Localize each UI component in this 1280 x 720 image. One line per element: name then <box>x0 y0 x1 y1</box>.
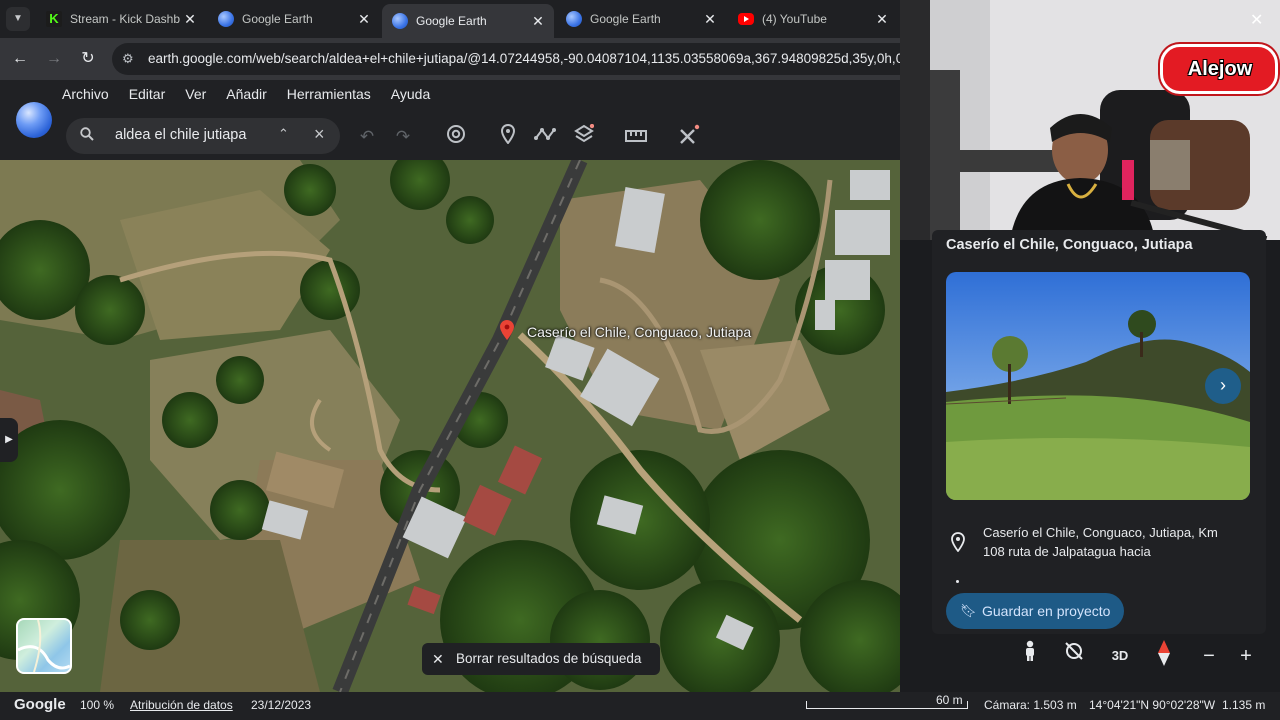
location-pin-icon[interactable] <box>500 320 514 340</box>
tab-title: Stream - Kick Dashbo <box>70 12 180 26</box>
streamer-camera-image <box>900 0 1280 240</box>
browser-tab-kick[interactable]: K Stream - Kick Dashbo ✕ <box>36 4 206 34</box>
location-pin-icon <box>950 532 966 553</box>
map-place-label[interactable]: Caserío el Chile, Conguaco, Jutiapa <box>527 324 751 340</box>
coordinates: 14°04'21"N 90°02'28"W <box>1089 698 1216 712</box>
satellite-imagery <box>0 160 900 692</box>
clear-results-label: Borrar resultados de búsqueda <box>456 651 642 666</box>
satellite-map[interactable]: Caserío el Chile, Conguaco, Jutiapa ▶ ✕ … <box>0 160 900 692</box>
add-path-icon[interactable] <box>532 124 558 150</box>
labs-tools-icon[interactable] <box>676 124 702 150</box>
tab-search-button[interactable]: ▼ <box>6 7 30 31</box>
browser-toolbar: ← → ↻ ⚙ earth.google.com/web/search/alde… <box>0 38 900 80</box>
browser-tab-google-earth-active[interactable]: Google Earth ✕ <box>382 4 554 38</box>
zoom-level: 100 % <box>80 698 115 712</box>
close-tab-icon[interactable]: ✕ <box>872 11 892 28</box>
search-icon <box>80 127 94 144</box>
tab-title: Google Earth <box>416 14 487 28</box>
next-photo-button[interactable]: › <box>1205 368 1241 404</box>
place-address: Caserío el Chile, Conguaco, Jutiapa, Km … <box>983 525 1218 559</box>
google-earth-icon <box>566 11 582 27</box>
menu-archivo[interactable]: Archivo <box>62 86 109 102</box>
back-arrow-icon[interactable]: ← <box>9 48 31 70</box>
elevation: 1.135 m <box>1222 698 1266 712</box>
menu-ver[interactable]: Ver <box>185 86 206 102</box>
kick-icon: K <box>46 11 62 27</box>
close-overlay-icon[interactable]: ✕ <box>1250 10 1263 30</box>
imagery-date: 23/12/2023 <box>251 698 312 712</box>
scale-label: 60 m <box>936 693 963 707</box>
measure-icon[interactable] <box>623 124 649 150</box>
collapse-results-icon[interactable]: ⌃ <box>278 126 289 142</box>
tab-title: Google Earth <box>590 12 661 26</box>
browser-tab-google-earth-1[interactable]: Google Earth ✕ <box>208 4 380 34</box>
google-earth-icon <box>218 11 234 27</box>
browser-tab-youtube[interactable]: (4) YouTube ✕ <box>728 4 898 34</box>
toggle-3d-button[interactable]: 3D <box>1104 640 1136 672</box>
compass-icon[interactable] <box>1148 640 1180 672</box>
clear-search-results-button[interactable]: ✕ Borrar resultados de búsqueda <box>422 643 660 675</box>
historical-imagery-icon[interactable] <box>443 124 469 150</box>
close-icon: ✕ <box>432 651 444 667</box>
list-dot <box>956 580 959 583</box>
youtube-icon <box>738 13 754 25</box>
undo-icon[interactable]: ↶ <box>354 124 380 150</box>
menu-anadir[interactable]: Añadir <box>226 86 266 102</box>
save-to-project-button[interactable]: 🔖︎ Guardar en proyecto <box>946 593 1124 629</box>
map-style-icon[interactable] <box>571 123 597 150</box>
zoom-out-button[interactable]: − <box>1193 640 1225 672</box>
save-to-project-label: Guardar en proyecto <box>982 603 1111 619</box>
streamer-badge-text: Alejow <box>1187 58 1253 80</box>
expand-sidebar-icon[interactable]: ▶ <box>0 418 18 462</box>
close-tab-icon[interactable]: ✕ <box>180 11 200 28</box>
status-bar: Google 100 % Atribución de datos 23/12/2… <box>0 692 1280 720</box>
tab-title: (4) YouTube <box>762 12 827 26</box>
tab-title: Google Earth <box>242 12 313 26</box>
redo-icon[interactable]: ↷ <box>390 124 416 150</box>
menu-ayuda[interactable]: Ayuda <box>391 86 430 102</box>
place-title: Caserío el Chile, Conguaco, Jutiapa <box>946 237 1193 253</box>
webcam-overlay <box>900 0 1280 240</box>
add-placemark-icon[interactable] <box>495 123 521 150</box>
camera-altitude: Cámara: 1.503 m <box>984 698 1077 712</box>
screen: ▼ K Stream - Kick Dashbo ✕ Google Earth … <box>0 0 1280 720</box>
browser-tab-strip: ▼ K Stream - Kick Dashbo ✕ Google Earth … <box>0 0 900 38</box>
address-bar[interactable]: ⚙ earth.google.com/web/search/aldea+el+c… <box>112 43 900 75</box>
street-view-pegman-icon[interactable] <box>1014 640 1046 672</box>
data-attribution-link[interactable]: Atribución de datos <box>130 698 233 712</box>
reset-tilt-icon[interactable] <box>1058 640 1090 672</box>
bookmark-icon: 🔖︎ <box>960 603 977 618</box>
url-text: earth.google.com/web/search/aldea+el+chi… <box>148 51 900 66</box>
site-info-icon[interactable]: ⚙ <box>122 43 134 75</box>
close-tab-icon[interactable]: ✕ <box>528 13 548 30</box>
menu-bar: Archivo Editar Ver Añadir Herramientas A… <box>62 86 450 102</box>
search-box[interactable]: aldea el chile jutiapa ⌃ × <box>66 118 340 154</box>
zoom-in-button[interactable]: + <box>1230 640 1262 672</box>
reload-icon[interactable]: ↻ <box>77 48 99 70</box>
menu-herramientas[interactable]: Herramientas <box>287 86 371 102</box>
google-earth-icon <box>392 13 408 29</box>
map-layer-toggle[interactable] <box>16 618 72 674</box>
browser-tab-google-earth-3[interactable]: Google Earth ✕ <box>556 4 726 34</box>
clear-search-icon[interactable]: × <box>314 124 325 145</box>
menu-editar[interactable]: Editar <box>129 86 166 102</box>
forward-arrow-icon[interactable]: → <box>43 48 65 70</box>
google-earth-logo[interactable] <box>16 102 52 138</box>
close-tab-icon[interactable]: ✕ <box>354 11 374 28</box>
close-tab-icon[interactable]: ✕ <box>700 11 720 28</box>
google-logo: Google <box>14 696 66 713</box>
search-input[interactable]: aldea el chile jutiapa <box>115 127 246 143</box>
